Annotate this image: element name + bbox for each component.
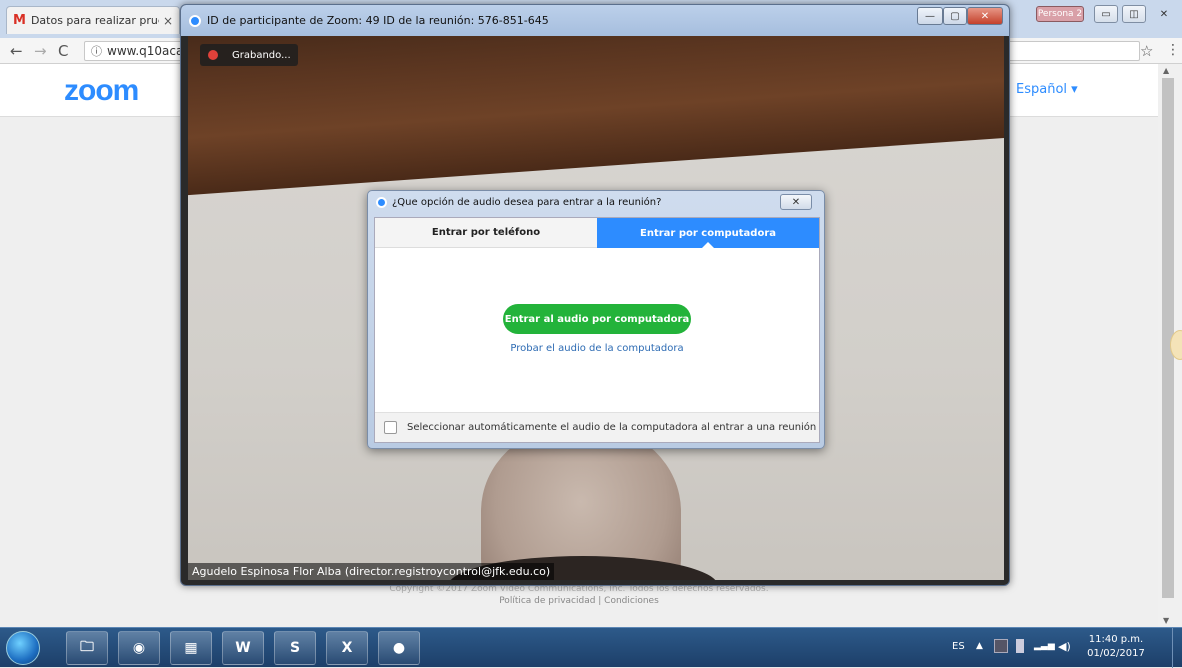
auto-select-checkbox[interactable] — [384, 421, 397, 434]
zoom-maximize-button[interactable]: ▢ — [943, 7, 967, 25]
tab-computer-label: Entrar por computadora — [640, 227, 776, 239]
scroll-down-icon[interactable]: ▼ — [1163, 616, 1169, 625]
recording-icon — [208, 50, 218, 60]
zoom-close-button[interactable]: ✕ — [967, 7, 1003, 25]
volume-icon[interactable]: ◀) — [1058, 640, 1071, 653]
zoom-icon — [189, 14, 201, 27]
gmail-icon: M — [13, 13, 26, 28]
windows-taskbar: 🗀 ◉ ▦ W S X ● ES ▲ ▂▃▅ ◀) 11:40 p.m. 01/… — [0, 627, 1182, 668]
policy-links[interactable]: Política de privacidad | Condiciones — [0, 596, 1158, 606]
auto-select-row[interactable]: Seleccionar automáticamente el audio de … — [375, 412, 819, 442]
chrome-icon[interactable]: ◉ — [118, 631, 160, 665]
dialog-title-text: ¿Que opción de audio desea para entrar a… — [392, 197, 662, 208]
tab-computer[interactable]: Entrar por computadora — [597, 218, 819, 248]
tab-phone[interactable]: Entrar por teléfono — [375, 218, 597, 248]
word-icon[interactable]: W — [222, 631, 264, 665]
participant-name: Agudelo Espinosa Flor Alba (director.reg… — [188, 563, 555, 580]
dialog-body: Entrar por teléfono Entrar por computado… — [374, 217, 820, 443]
skype-icon[interactable]: S — [274, 631, 316, 665]
recording-label: Grabando... — [232, 49, 291, 61]
zoom-icon — [376, 197, 387, 208]
tab-notch — [702, 242, 714, 248]
browser-tab[interactable]: M Datos para realizar prue × — [6, 6, 180, 34]
excel-icon[interactable]: X — [326, 631, 368, 665]
system-tray: ES ▲ ▂▃▅ ◀) 11:40 p.m. 01/02/2017 — [950, 628, 1182, 668]
test-audio-link[interactable]: Probar el audio de la computadora — [375, 343, 819, 354]
bookmark-star-icon[interactable]: ☆ — [1140, 42, 1153, 60]
join-computer-audio-button[interactable]: Entrar al audio por computadora — [503, 304, 691, 334]
back-icon[interactable]: ← — [10, 42, 23, 60]
chart-app-icon[interactable]: ▦ — [170, 631, 212, 665]
tab-close-icon[interactable]: × — [163, 14, 173, 28]
show-desktop-button[interactable] — [1172, 628, 1182, 668]
tray-expand-icon[interactable]: ▲ — [976, 641, 983, 651]
scroll-up-icon[interactable]: ▲ — [1163, 66, 1169, 75]
clock-time: 11:40 p.m. — [1088, 634, 1144, 645]
zoom-minimize-button[interactable]: — — [917, 7, 943, 25]
start-button[interactable] — [6, 631, 40, 665]
browser-maximize-button[interactable]: ◫ — [1122, 5, 1146, 23]
audio-dialog: ¿Que opción de audio desea para entrar a… — [367, 190, 825, 449]
info-icon[interactable]: ⓘ — [91, 43, 102, 59]
dialog-tabs: Entrar por teléfono Entrar por computado… — [375, 218, 819, 248]
dialog-title: ¿Que opción de audio desea para entrar a… — [376, 197, 661, 208]
browser-minimize-button[interactable]: ▭ — [1094, 5, 1118, 23]
recording-indicator: Grabando... — [200, 44, 298, 66]
url-text: www.q10acad — [107, 44, 191, 58]
zoom-titlebar: ID de participante de Zoom: 49 ID de la … — [181, 5, 1009, 36]
forward-icon[interactable]: → — [34, 42, 47, 60]
auto-select-label: Seleccionar automáticamente el audio de … — [407, 422, 817, 433]
language-indicator[interactable]: ES — [952, 641, 965, 652]
action-center-icon[interactable] — [994, 639, 1008, 653]
browser-close-button[interactable]: ✕ — [1152, 5, 1176, 23]
profile-badge[interactable]: Persona 2 — [1036, 6, 1084, 22]
battery-icon[interactable] — [1016, 639, 1024, 653]
reload-icon[interactable]: C — [58, 42, 68, 60]
clock[interactable]: 11:40 p.m. 01/02/2017 — [1086, 633, 1146, 661]
explorer-icon[interactable]: 🗀 — [66, 631, 108, 665]
zoom-logo[interactable]: zoom — [64, 74, 139, 108]
menu-dots-icon[interactable]: ⋮ — [1166, 42, 1180, 58]
tab-title: Datos para realizar prue — [30, 14, 159, 27]
clock-date: 01/02/2017 — [1087, 648, 1145, 659]
ceiling-beam — [188, 36, 1004, 196]
dialog-close-button[interactable]: ✕ — [780, 194, 812, 210]
network-icon[interactable]: ▂▃▅ — [1034, 641, 1055, 651]
zoom-app-icon[interactable]: ● — [378, 631, 420, 665]
zoom-window-title: ID de participante de Zoom: 49 ID de la … — [207, 14, 549, 27]
language-selector[interactable]: Español ▾ — [1016, 82, 1078, 97]
